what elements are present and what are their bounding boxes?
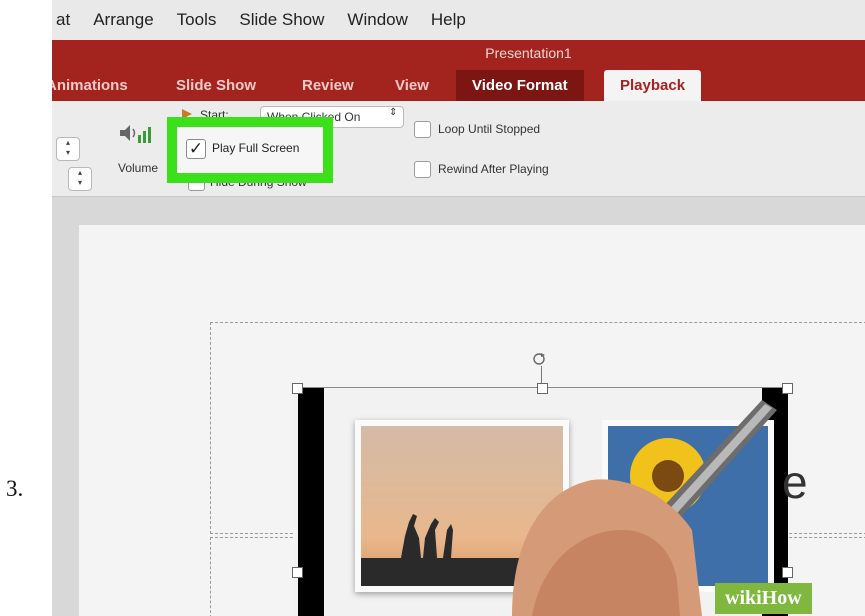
resize-handle[interactable] (782, 383, 793, 394)
slide-title-text: e (782, 456, 808, 508)
rewind-after-playing-checkbox[interactable] (414, 161, 431, 178)
tab-review[interactable]: Review (302, 70, 354, 101)
highlight-box: ✓ Play Full Screen (167, 117, 333, 183)
menu-slide-show[interactable]: Slide Show (239, 10, 324, 30)
screenshot: at Arrange Tools Slide Show Window Help … (52, 0, 865, 616)
rotate-handle-icon[interactable] (532, 352, 546, 366)
resize-handle[interactable] (292, 567, 303, 578)
window-title: Presentation1 (485, 45, 572, 61)
chevron-up-down-icon: ⇕ (389, 107, 398, 118)
rewind-after-playing-label: Rewind After Playing (438, 162, 549, 176)
tab-slide-show[interactable]: Slide Show (176, 70, 256, 101)
tab-playback[interactable]: Playback (604, 70, 702, 101)
video-letterbox-left (298, 388, 324, 616)
tab-video-format[interactable]: Video Format (456, 70, 584, 101)
menu-help[interactable]: Help (431, 10, 466, 30)
hand-with-pen-image (472, 380, 802, 616)
menu-bar: at Arrange Tools Slide Show Window Help (52, 0, 865, 40)
loop-until-stopped-label: Loop Until Stopped (438, 122, 541, 136)
resize-handle[interactable] (782, 567, 793, 578)
menu-window[interactable]: Window (347, 10, 407, 30)
wikihow-watermark: wikiHow (715, 583, 812, 614)
title-bar: Presentation1 Animations Slide Show Revi… (52, 40, 865, 101)
play-full-screen-checkbox[interactable]: ✓ (186, 139, 206, 159)
tab-view[interactable]: View (395, 70, 429, 101)
tab-animations[interactable]: Animations (52, 70, 128, 101)
stepper-up-down[interactable]: ▴ ▾ (56, 137, 80, 161)
stepper-up-down[interactable]: ▴ ▾ (68, 167, 92, 191)
play-full-screen-label: Play Full Screen (212, 141, 300, 155)
resize-handle[interactable] (292, 383, 303, 394)
resize-handle[interactable] (537, 383, 548, 394)
loop-until-stopped-checkbox[interactable] (414, 121, 431, 138)
menu-tools[interactable]: Tools (177, 10, 217, 30)
volume-icon[interactable] (118, 121, 152, 147)
step-number: 3. (6, 476, 24, 501)
menu-format[interactable]: at (56, 10, 70, 30)
menu-arrange[interactable]: Arrange (93, 10, 153, 30)
play-full-screen-option[interactable]: ✓ Play Full Screen (177, 127, 323, 173)
volume-label: Volume (118, 161, 159, 175)
